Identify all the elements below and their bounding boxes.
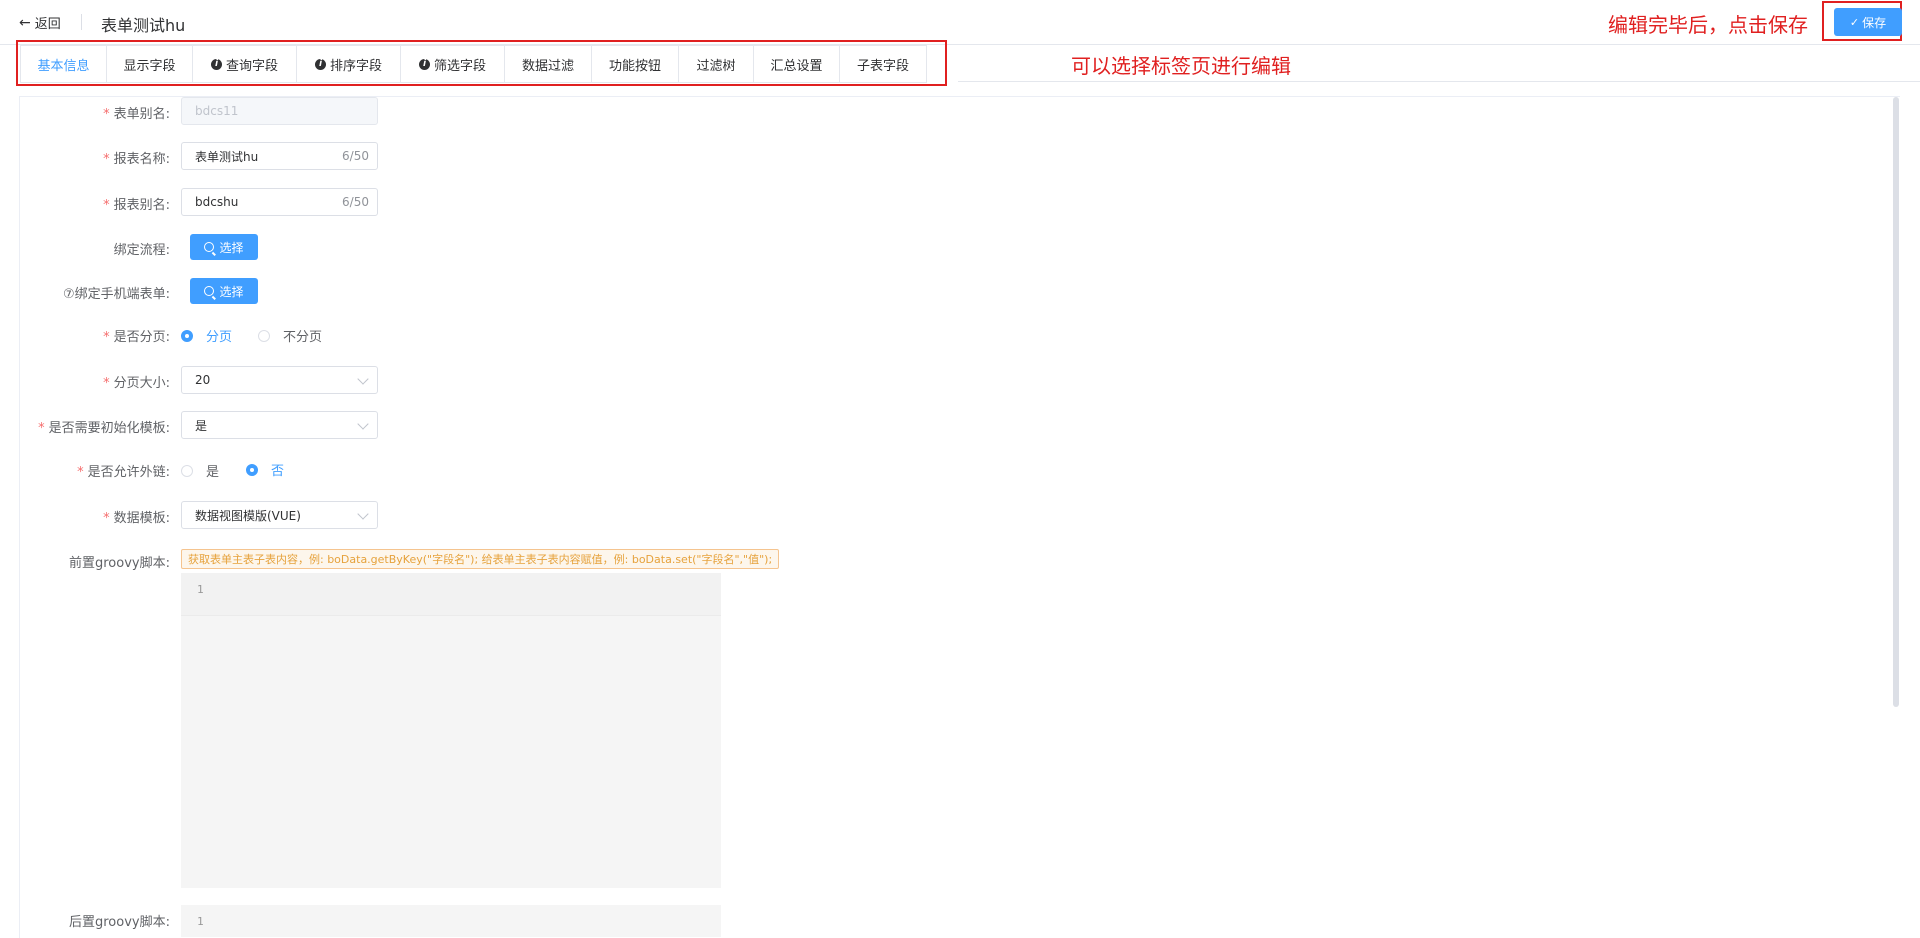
select-value: 是	[195, 418, 208, 433]
paging-label: * 是否分页:	[103, 330, 170, 345]
init-template-label: * 是否需要初始化模板:	[38, 421, 170, 436]
page-size-label: * 分页大小:	[103, 376, 170, 391]
report-alias-input[interactable]: bdcshu 6/50	[181, 188, 378, 216]
search-icon	[204, 242, 215, 252]
required-mark: *	[103, 198, 110, 213]
header-divider	[81, 14, 82, 30]
required-mark: *	[103, 107, 110, 122]
post-script-editor[interactable]: 1	[181, 905, 721, 937]
radio-label: 分页	[206, 330, 233, 345]
post-script-label: 后置groovy脚本:	[69, 915, 170, 930]
line-number: 1	[197, 915, 204, 928]
radio-label: 不分页	[283, 330, 323, 345]
check-icon: ✓	[1849, 15, 1860, 29]
radio-label: 否	[271, 464, 285, 479]
save-label: 保存	[1862, 15, 1887, 30]
data-template-select[interactable]: 数据视图模版(VUE)	[181, 501, 378, 529]
radio-label: 是	[206, 465, 220, 480]
paging-radio-no[interactable]: 不分页	[258, 326, 322, 345]
back-button[interactable]: ← 返回	[19, 13, 61, 33]
required-mark: *	[103, 511, 110, 526]
char-counter: 6/50	[342, 195, 369, 209]
input-value: bdcshu	[195, 195, 239, 209]
radio-dot	[181, 329, 193, 342]
required-mark: *	[103, 330, 110, 345]
report-name-label: * 报表名称:	[103, 152, 170, 167]
external-radio-yes[interactable]: 是	[181, 461, 219, 480]
paging-radio-yes[interactable]: 分页	[181, 326, 232, 345]
report-alias-label: * 报表别名:	[103, 198, 170, 213]
required-mark: *	[103, 376, 110, 391]
char-counter: 6/50	[342, 149, 369, 163]
line-number: 1	[197, 583, 204, 596]
search-icon	[204, 286, 215, 296]
input-value: 表单测试hu	[195, 149, 259, 164]
radio-dot	[258, 329, 270, 342]
external-radio-no[interactable]: 否	[246, 460, 284, 479]
bind-mobile-label: ⑦绑定手机端表单:	[62, 287, 170, 302]
pre-script-editor[interactable]: 1	[181, 573, 721, 888]
init-template-select[interactable]: 是	[181, 411, 378, 439]
annotation-save: 编辑完毕后，点击保存	[1608, 13, 1808, 37]
pre-script-label: 前置groovy脚本:	[69, 556, 170, 571]
save-button[interactable]: ✓ 保存	[1834, 8, 1902, 36]
required-mark: *	[38, 421, 45, 436]
page-title: 表单测试hu	[101, 16, 186, 35]
back-label: 返回	[34, 17, 61, 32]
select-flow-button[interactable]: 选择	[190, 234, 258, 260]
allow-external-label: * 是否允许外链:	[77, 465, 170, 480]
chevron-down-icon	[357, 418, 369, 430]
scrollbar[interactable]	[1893, 97, 1899, 707]
arrow-left-icon: ←	[19, 14, 31, 31]
chevron-down-icon	[357, 508, 369, 520]
form-alias-label: * 表单别名:	[103, 107, 170, 122]
page-size-select[interactable]: 20	[181, 366, 378, 394]
data-template-label: * 数据模板:	[103, 511, 170, 526]
select-mobile-form-button[interactable]: 选择	[190, 278, 258, 304]
required-mark: *	[77, 465, 84, 480]
chevron-down-icon	[357, 373, 369, 385]
annotation-tabs: 可以选择标签页进行编辑	[1071, 54, 1291, 78]
button-label: 选择	[219, 240, 244, 255]
input-value: bdcs11	[195, 104, 239, 118]
script-hint: 获取表单主表子表内容，例: boData.getByKey("字段名"); 给表…	[181, 549, 780, 569]
report-name-input[interactable]: 表单测试hu 6/50	[181, 142, 378, 170]
select-value: 20	[195, 373, 211, 387]
required-mark: *	[103, 152, 110, 167]
select-value: 数据视图模版(VUE)	[195, 508, 301, 523]
button-label: 选择	[219, 284, 244, 299]
radio-dot	[246, 463, 258, 476]
form-alias-input[interactable]: bdcs11	[181, 97, 378, 125]
radio-dot	[181, 464, 193, 477]
current-line-highlight	[181, 573, 721, 616]
bind-flow-label: 绑定流程:	[113, 243, 170, 258]
annotation-tabs-highlight	[16, 40, 947, 86]
tabs-divider	[958, 81, 1920, 82]
